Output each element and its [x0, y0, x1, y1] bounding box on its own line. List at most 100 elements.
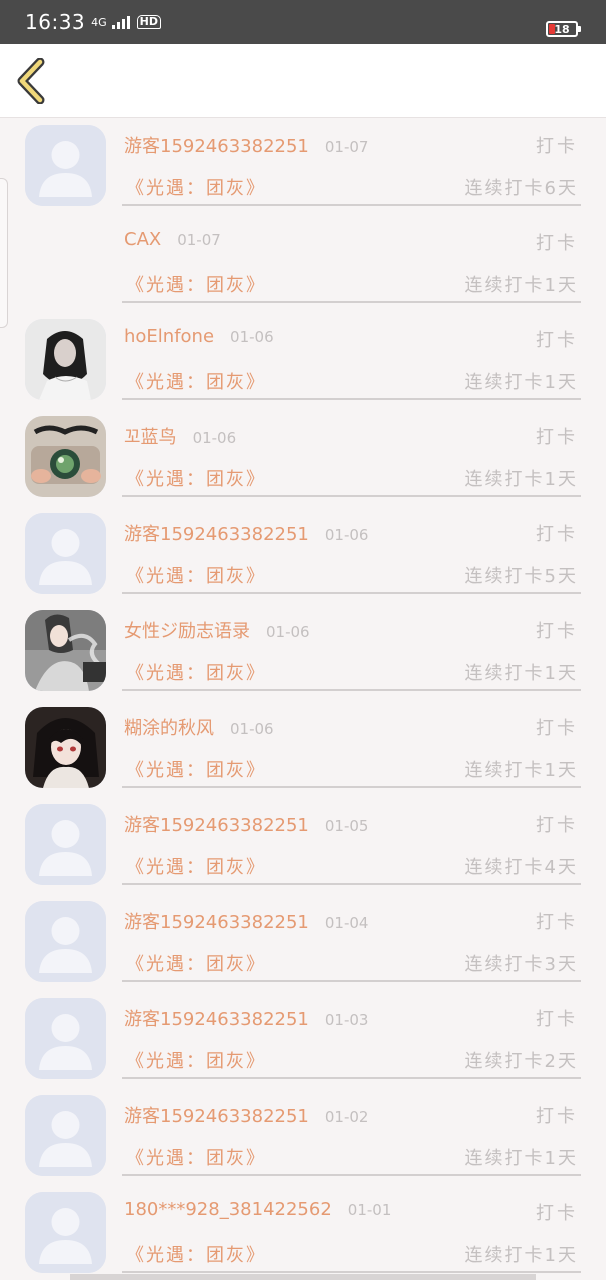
user-line: hoElnfone 01-06 — [124, 326, 274, 352]
user-name[interactable]: 游客1592463382251 — [124, 1005, 309, 1031]
status-time: 16:33 — [25, 10, 86, 34]
avatar[interactable] — [25, 1192, 106, 1273]
book-title[interactable]: 《光遇：团灰》 — [126, 853, 266, 879]
network-type: 4G — [91, 15, 107, 29]
checkin-date: 01-04 — [324, 914, 369, 932]
user-name[interactable]: 꼬蓝鸟 — [124, 423, 177, 449]
checkin-date: 01-07 — [324, 138, 369, 156]
user-name[interactable]: 游客1592463382251 — [124, 1102, 309, 1128]
checkin-row[interactable]: 游客1592463382251 01-03 打卡 《光遇：团灰》 连续打卡2天 — [0, 991, 606, 1088]
user-name[interactable]: 游客1592463382251 — [124, 132, 309, 158]
checkin-row[interactable]: hoElnfone 01-06 打卡 《光遇：团灰》 连续打卡1天 — [0, 312, 606, 409]
checkin-action-label: 打卡 — [536, 815, 578, 836]
divider — [122, 883, 581, 885]
book-title[interactable]: 《光遇：团灰》 — [126, 1241, 266, 1267]
user-line: 游客1592463382251 01-06 — [124, 520, 368, 546]
divider — [122, 301, 581, 303]
checkin-row[interactable]: 游客1592463382251 01-04 打卡 《光遇：团灰》 连续打卡3天 — [0, 894, 606, 991]
user-line: 꼬蓝鸟 01-06 — [124, 423, 236, 449]
user-line: 女性ジ励志语录 01-06 — [124, 617, 310, 643]
battery-level: 18 — [554, 22, 570, 36]
checkin-action-label: 打卡 — [536, 1009, 578, 1030]
streak-label: 连续打卡3天 — [464, 954, 578, 975]
user-name[interactable]: 游客1592463382251 — [124, 520, 309, 546]
checkin-action-label: 打卡 — [536, 330, 578, 351]
user-name[interactable]: hoElnfone — [124, 326, 214, 347]
checkin-row[interactable]: 糊涂的秋风 01-06 打卡 《光遇：团灰》 连续打卡1天 — [0, 700, 606, 797]
book-title[interactable]: 《光遇：团灰》 — [126, 174, 266, 200]
user-line: 游客1592463382251 01-05 — [124, 811, 368, 837]
streak-label: 连续打卡1天 — [464, 372, 578, 393]
streak-label: 连续打卡1天 — [464, 469, 578, 490]
user-name[interactable]: 游客1592463382251 — [124, 908, 309, 934]
checkin-date: 01-01 — [347, 1201, 392, 1219]
divider — [122, 1271, 581, 1273]
checkin-date: 01-03 — [324, 1011, 369, 1029]
book-title[interactable]: 《光遇：团灰》 — [126, 756, 266, 782]
divider — [122, 786, 581, 788]
checkin-action-label: 打卡 — [536, 233, 578, 254]
user-name[interactable]: 游客1592463382251 — [124, 811, 309, 837]
checkin-row[interactable]: 游客1592463382251 01-07 打卡 《光遇：团灰》 连续打卡6天 — [0, 118, 606, 215]
streak-label: 连续打卡1天 — [464, 1148, 578, 1169]
checkin-row[interactable]: 꼬蓝鸟 01-06 打卡 《光遇：团灰》 连续打卡1天 — [0, 409, 606, 506]
user-line: 游客1592463382251 01-04 — [124, 908, 368, 934]
checkin-date: 01-02 — [324, 1108, 369, 1126]
user-name[interactable]: 糊涂的秋风 — [124, 714, 214, 740]
avatar[interactable] — [25, 998, 106, 1079]
user-line: CAX 01-07 — [124, 229, 221, 255]
user-line: 游客1592463382251 01-02 — [124, 1102, 368, 1128]
streak-label: 连续打卡1天 — [464, 760, 578, 781]
back-button[interactable] — [12, 57, 52, 105]
checkin-date: 01-06 — [230, 720, 274, 738]
signal-icon — [111, 15, 130, 29]
user-name[interactable]: 180***928_381422562 — [124, 1199, 332, 1220]
divider — [122, 495, 581, 497]
avatar[interactable] — [25, 610, 106, 691]
checkin-action-label: 打卡 — [536, 718, 578, 739]
avatar[interactable] — [25, 319, 106, 400]
checkin-row[interactable]: CAX 01-07 打卡 《光遇：团灰》 连续打卡1天 — [0, 215, 606, 312]
book-title[interactable]: 《光遇：团灰》 — [126, 562, 266, 588]
book-title[interactable]: 《光遇：团灰》 — [126, 271, 266, 297]
book-title[interactable]: 《光遇：团灰》 — [126, 659, 266, 685]
user-name[interactable]: CAX — [124, 229, 161, 250]
checkin-action-label: 打卡 — [536, 427, 578, 448]
avatar[interactable] — [25, 513, 106, 594]
checkin-action-label: 打卡 — [536, 136, 578, 157]
avatar[interactable] — [25, 901, 106, 982]
divider — [122, 1174, 581, 1176]
checkin-action-label: 打卡 — [536, 524, 578, 545]
checkin-date: 01-06 — [266, 623, 310, 641]
checkin-date: 01-06 — [230, 328, 274, 346]
checkin-date: 01-06 — [192, 429, 237, 447]
avatar[interactable] — [25, 416, 106, 497]
checkin-row[interactable]: 女性ジ励志语录 01-06 打卡 《光遇：团灰》 连续打卡1天 — [0, 603, 606, 700]
book-title[interactable]: 《光遇：团灰》 — [126, 1144, 266, 1170]
checkin-row[interactable]: 游客1592463382251 01-06 打卡 《光遇：团灰》 连续打卡5天 — [0, 506, 606, 603]
checkin-row[interactable]: 游客1592463382251 01-02 打卡 《光遇：团灰》 连续打卡1天 — [0, 1088, 606, 1185]
checkin-action-label: 打卡 — [536, 1106, 578, 1127]
checkin-date: 01-07 — [177, 231, 221, 249]
checkin-action-label: 打卡 — [536, 912, 578, 933]
hd-icon: HD — [136, 15, 162, 29]
checkin-row[interactable]: 游客1592463382251 01-05 打卡 《光遇：团灰》 连续打卡4天 — [0, 797, 606, 894]
book-title[interactable]: 《光遇：团灰》 — [126, 950, 266, 976]
book-title[interactable]: 《光遇：团灰》 — [126, 465, 266, 491]
streak-label: 连续打卡6天 — [464, 178, 578, 199]
streak-label: 连续打卡2天 — [464, 1051, 578, 1072]
battery-icon: 18 — [546, 21, 581, 37]
book-title[interactable]: 《光遇：团灰》 — [126, 368, 266, 394]
streak-label: 连续打卡1天 — [464, 275, 578, 296]
book-title[interactable]: 《光遇：团灰》 — [126, 1047, 266, 1073]
avatar[interactable] — [25, 707, 106, 788]
header — [0, 44, 606, 118]
status-icons: 4G HD — [91, 15, 162, 29]
chevron-left-icon — [17, 57, 45, 105]
avatar[interactable] — [25, 1095, 106, 1176]
avatar[interactable] — [25, 125, 106, 206]
divider — [122, 980, 581, 982]
avatar[interactable] — [25, 804, 106, 885]
user-name[interactable]: 女性ジ励志语录 — [124, 617, 250, 643]
checkin-row[interactable]: 180***928_381422562 01-01 打卡 《光遇：团灰》 连续打… — [0, 1185, 606, 1280]
